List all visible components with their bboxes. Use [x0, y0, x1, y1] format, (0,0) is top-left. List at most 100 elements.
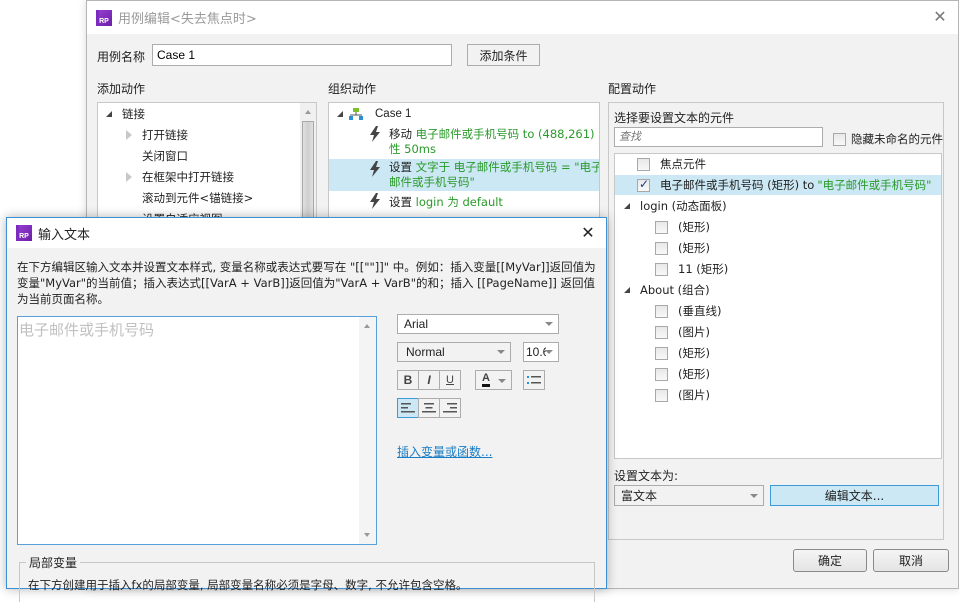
tree-item-scroll-to-widget[interactable]: 滚动到元件<锚链接>	[98, 188, 316, 208]
font-size-value: 10.6	[526, 345, 546, 359]
align-right-button[interactable]	[439, 398, 461, 418]
ok-button[interactable]: 确定	[793, 549, 867, 572]
lightning-icon	[370, 193, 380, 209]
widget-item[interactable]: (图片)	[615, 385, 941, 405]
align-left-button[interactable]	[397, 398, 419, 418]
font-family-value: Arial	[404, 317, 429, 331]
case-name-label: 用例名称	[97, 50, 146, 64]
font-style-select[interactable]: Normal	[397, 342, 511, 362]
widget-search-input[interactable]	[614, 127, 823, 147]
collapsed-icon	[126, 130, 132, 140]
widget-label: (矩形)	[678, 346, 710, 360]
widget-item[interactable]: (矩形)	[615, 343, 941, 363]
tree-item-close-window[interactable]: 关闭窗口	[98, 146, 316, 166]
tree-item-links[interactable]: 链接	[98, 104, 316, 124]
set-text-type-select[interactable]: 富文本	[614, 485, 764, 506]
scroll-up-icon[interactable]	[305, 110, 311, 114]
tree-item-open-link[interactable]: 打开链接	[98, 125, 316, 145]
widget-value: "电子邮件或手机号码"	[817, 178, 932, 192]
cancel-button[interactable]: 取消	[873, 549, 949, 572]
widget-group-label: About (组合)	[640, 283, 710, 297]
widget-item[interactable]: (图片)	[615, 322, 941, 342]
case-editor-titlebar: RP 用例编辑<失去焦点时> ✕	[87, 1, 958, 34]
tree-item-open-in-frame[interactable]: 在框架中打开链接	[98, 167, 316, 187]
close-icon[interactable]: ✕	[580, 225, 596, 241]
bullet-list-button[interactable]	[523, 370, 545, 390]
font-family-select[interactable]: Arial	[397, 314, 559, 334]
lightning-icon	[370, 126, 380, 142]
widget-label: (图片)	[678, 325, 710, 339]
checkbox-icon[interactable]	[655, 241, 668, 255]
editor-scrollbar[interactable]	[359, 317, 376, 544]
bold-button[interactable]: B	[397, 370, 419, 390]
add-condition-button[interactable]: 添加条件	[467, 44, 540, 66]
close-icon[interactable]: ✕	[932, 9, 948, 25]
checkbox-checked-icon[interactable]	[637, 177, 650, 192]
text-color-button[interactable]: A	[475, 370, 512, 390]
expanded-icon	[624, 203, 630, 209]
font-size-select[interactable]: 10.6	[523, 342, 559, 362]
tree-item-label: 关闭窗口	[142, 149, 188, 163]
case-label: Case 1	[375, 108, 412, 120]
add-action-scrollbar[interactable]	[300, 103, 316, 221]
case-editor-title: 用例编辑<失去焦点时>	[118, 12, 257, 27]
scroll-thumb[interactable]	[302, 121, 314, 221]
checkbox-icon[interactable]	[655, 325, 668, 339]
dropdown-caret-icon	[545, 350, 553, 354]
checkbox-icon[interactable]	[655, 388, 668, 402]
widget-label: (垂直线)	[678, 304, 722, 318]
insert-variable-link[interactable]: 插入变量或函数...	[397, 443, 492, 460]
local-variables-title: 局部变量	[26, 554, 81, 571]
widget-tree: 焦点元件 电子邮件或手机号码 (矩形) to "电子邮件或手机号码" login…	[614, 153, 942, 459]
scroll-up-icon[interactable]	[364, 324, 370, 328]
dropdown-caret-icon	[750, 493, 758, 498]
widget-group-login[interactable]: login (动态面板)	[615, 196, 941, 216]
edit-text-button[interactable]: 编辑文本...	[770, 485, 939, 506]
action-item-set-panel-state[interactable]: 设置 login 为 default	[329, 192, 599, 212]
widget-item[interactable]: (矩形)	[615, 238, 941, 258]
widget-item[interactable]: (垂直线)	[615, 301, 941, 321]
widget-item-email-rect[interactable]: 电子邮件或手机号码 (矩形) to "电子邮件或手机号码"	[615, 175, 941, 195]
widget-group-about[interactable]: About (组合)	[615, 280, 941, 300]
action-detail: 性 50ms	[389, 142, 436, 156]
checkbox-icon[interactable]	[655, 367, 668, 381]
organize-action-tree: Case 1 移动 电子邮件或手机号码 to (488,261) 线 性 50m…	[328, 102, 600, 222]
action-verb: 设置	[389, 160, 412, 174]
rich-text-editor[interactable]: 电子邮件或手机号码	[17, 316, 377, 545]
align-right-icon	[443, 403, 457, 413]
widget-label: 电子邮件或手机号码 (矩形) to	[660, 178, 815, 192]
checkbox-icon[interactable]	[655, 304, 668, 318]
align-center-button[interactable]	[418, 398, 440, 418]
widget-item[interactable]: 11 (矩形)	[615, 259, 941, 279]
action-detail: 文字于 电子邮件或手机号码 = "电子	[415, 160, 600, 174]
scroll-down-icon[interactable]	[364, 533, 370, 537]
editor-text[interactable]: 电子邮件或手机号码	[19, 319, 154, 340]
checkbox-icon[interactable]	[655, 220, 668, 234]
underline-button[interactable]: U	[439, 370, 461, 390]
add-action-header: 添加动作	[97, 82, 146, 96]
action-item-set-text[interactable]: 设置 文字于 电子邮件或手机号码 = "电子 邮件或手机号码"	[329, 159, 599, 191]
axure-rp-logo-icon: RP	[96, 9, 112, 26]
widget-item-focused[interactable]: 焦点元件	[615, 154, 941, 174]
widget-item[interactable]: (矩形)	[615, 217, 941, 237]
widget-label: (矩形)	[678, 220, 710, 234]
tree-item-label: 滚动到元件<锚链接>	[142, 191, 254, 205]
case-name-input[interactable]	[152, 44, 452, 66]
action-verb: 设置	[389, 195, 412, 209]
checkbox-icon[interactable]	[637, 157, 650, 171]
checkbox-icon[interactable]	[655, 346, 668, 360]
italic-button[interactable]: I	[418, 370, 440, 390]
case-node[interactable]: Case 1	[329, 104, 599, 124]
axure-rp-logo-icon: RP	[16, 225, 32, 241]
hide-unnamed-checkbox[interactable]: 隐藏未命名的元件	[833, 131, 943, 147]
widget-label: 焦点元件	[660, 157, 706, 171]
action-item-move[interactable]: 移动 电子邮件或手机号码 to (488,261) 线 性 50ms	[329, 125, 599, 159]
expanded-icon	[106, 111, 112, 117]
checkbox-icon[interactable]	[655, 262, 668, 276]
action-verb: 移动	[389, 127, 412, 141]
dropdown-caret-icon	[545, 322, 553, 326]
text-color-icon: A	[482, 373, 490, 387]
configure-action-panel: 选择要设置文本的元件 隐藏未命名的元件 焦点元件 电子邮件或手机号码 (矩形) …	[608, 102, 944, 540]
widget-item[interactable]: (矩形)	[615, 364, 941, 384]
organize-action-header: 组织动作	[328, 82, 377, 96]
